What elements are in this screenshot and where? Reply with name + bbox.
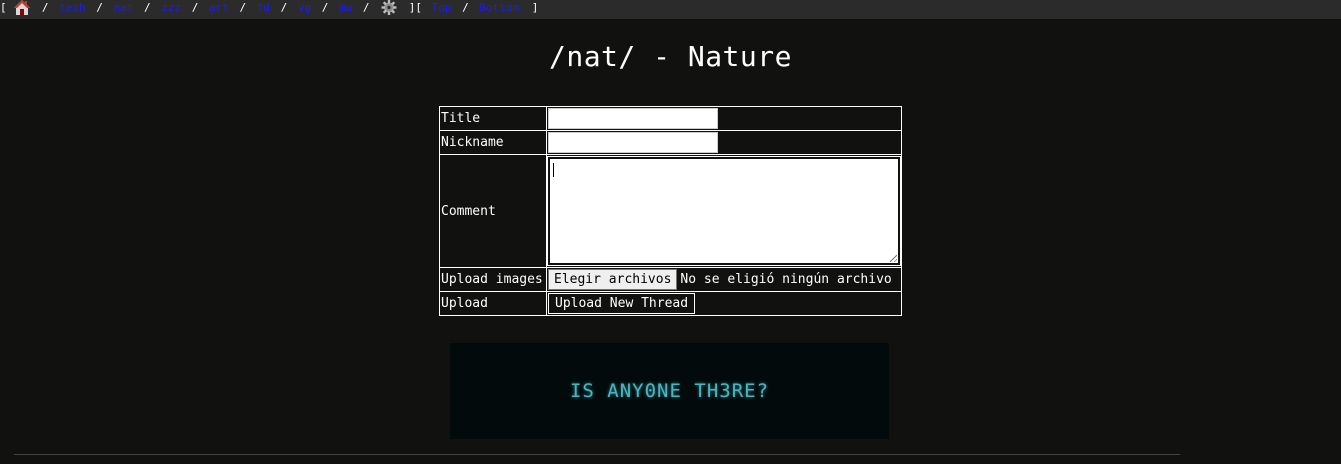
text-caret bbox=[553, 163, 554, 177]
comment-label: Comment bbox=[439, 154, 547, 268]
nav-separator: / bbox=[96, 1, 103, 14]
choose-files-button[interactable]: Elegir archivos bbox=[548, 269, 678, 290]
board-link-zzz[interactable]: zzz bbox=[161, 0, 181, 16]
board-link-nat[interactable]: nat bbox=[114, 0, 134, 16]
nickname-input[interactable] bbox=[548, 132, 718, 153]
post-form: Title Nickname Comment Upload images Ele… bbox=[439, 106, 902, 316]
nav-separator: / bbox=[280, 1, 288, 14]
top-navigation-bar: [ / tech / nat / zzz / art / fd / vg / m… bbox=[0, 0, 1341, 19]
upload-images-label: Upload images bbox=[439, 267, 547, 292]
nav-separator: / bbox=[462, 1, 469, 14]
nav-separator: / bbox=[191, 1, 199, 14]
board-link-mu[interactable]: mu bbox=[339, 0, 352, 16]
upload-new-thread-button[interactable]: Upload New Thread bbox=[548, 293, 696, 314]
nav-close-bracket: ] bbox=[531, 1, 539, 14]
comment-textarea[interactable] bbox=[547, 156, 901, 266]
home-icon[interactable] bbox=[13, 0, 31, 16]
board-link-fd[interactable]: fd bbox=[257, 0, 270, 16]
banner-text: IS ANY0NE TH3RE? bbox=[569, 380, 770, 402]
nickname-label: Nickname bbox=[439, 130, 547, 155]
nav-separator: / bbox=[144, 1, 151, 14]
nav-bracket-divider: ][ bbox=[408, 1, 422, 14]
file-status-text: No se eligió ningún archivo bbox=[680, 272, 892, 287]
board-link-vg[interactable]: vg bbox=[298, 0, 311, 16]
nav-separator: / bbox=[321, 1, 329, 14]
divider bbox=[14, 454, 1180, 455]
nickname-row: Nickname bbox=[439, 130, 902, 155]
nav-separator: / bbox=[41, 1, 49, 14]
board-banner-image: IS ANY0NE TH3RE? bbox=[450, 343, 889, 439]
bottom-link[interactable]: Bottom bbox=[479, 0, 519, 16]
title-label: Title bbox=[439, 106, 547, 131]
upload-label: Upload bbox=[439, 291, 547, 316]
upload-row: Upload Upload New Thread bbox=[439, 291, 902, 316]
board-link-tech[interactable]: tech bbox=[59, 0, 86, 16]
resize-handle-icon[interactable] bbox=[890, 255, 897, 262]
title-row: Title bbox=[439, 106, 902, 131]
comment-row: Comment bbox=[439, 154, 902, 268]
board-link-art[interactable]: art bbox=[209, 0, 229, 16]
top-link[interactable]: Top bbox=[432, 0, 452, 16]
upload-images-row: Upload images Elegir archivos No se eligi… bbox=[439, 267, 902, 292]
title-input[interactable] bbox=[548, 108, 718, 129]
nav-open-bracket: [ bbox=[0, 1, 7, 14]
page-title: /nat/ - Nature bbox=[548, 40, 792, 73]
nav-separator: / bbox=[362, 1, 370, 14]
gear-icon[interactable] bbox=[380, 0, 398, 16]
nav-separator: / bbox=[239, 1, 247, 14]
